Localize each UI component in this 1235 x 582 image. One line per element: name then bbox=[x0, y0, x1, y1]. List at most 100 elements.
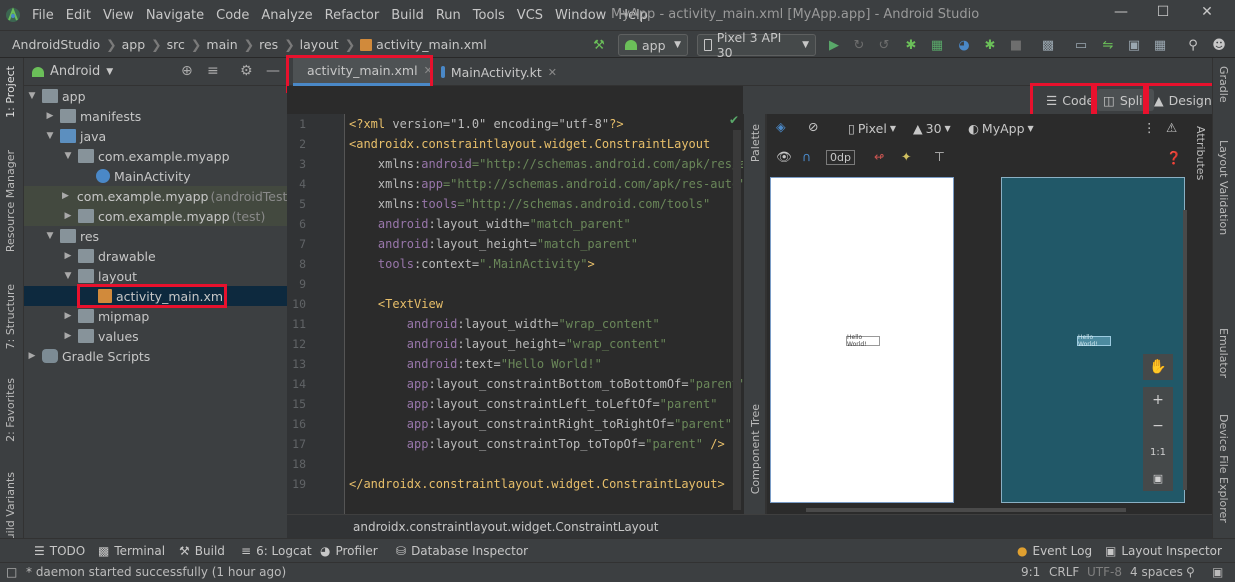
warning-icon[interactable]: ⚠ bbox=[1166, 120, 1177, 135]
apply-code-changes-icon[interactable]: ↺ bbox=[874, 35, 894, 55]
design-preview[interactable]: Hello World! bbox=[770, 177, 954, 503]
chevron-right-icon[interactable]: ▶ bbox=[62, 331, 74, 341]
tool-event-log[interactable]: ● Event Log bbox=[1017, 544, 1092, 558]
tool-tab-build-variants[interactable]: Build Variants bbox=[4, 472, 17, 548]
menu-edit[interactable]: Edit bbox=[60, 8, 97, 23]
pan-hand-icon[interactable]: ✋ bbox=[1143, 354, 1173, 380]
clear-constraints-icon[interactable]: ↫ bbox=[874, 149, 884, 164]
status-message[interactable]: * daemon started successfully (1 hour ag… bbox=[26, 565, 286, 579]
project-view-select[interactable]: Android bbox=[50, 64, 100, 79]
tree-item-package-test[interactable]: ▶ com.example.myapp (test) bbox=[24, 206, 287, 226]
tool-build[interactable]: ⚒ Build bbox=[179, 544, 225, 558]
breadcrumb-item[interactable]: layout bbox=[300, 37, 343, 52]
menu-build[interactable]: Build bbox=[385, 8, 430, 23]
avd-manager-icon[interactable]: ▭ bbox=[1071, 35, 1091, 55]
tool-logcat[interactable]: ≡ 6: Logcat bbox=[241, 544, 312, 558]
chevron-down-icon[interactable]: ▼ bbox=[44, 231, 56, 241]
tool-tab-attributes[interactable]: Attributes bbox=[1194, 126, 1207, 180]
blueprint-textview[interactable]: Hello World! bbox=[1077, 334, 1111, 348]
autoconnect-icon[interactable]: ∩ bbox=[802, 149, 811, 164]
zoom-in-icon[interactable]: + bbox=[1143, 387, 1173, 413]
line-separator[interactable]: CRLF bbox=[1049, 565, 1079, 579]
profile-icon[interactable]: ◕ bbox=[954, 35, 974, 55]
chevron-right-icon[interactable]: ▶ bbox=[62, 191, 69, 201]
menu-analyze[interactable]: Analyze bbox=[255, 8, 318, 23]
infer-constraints-icon[interactable]: ✦ bbox=[901, 149, 911, 164]
breadcrumb-item[interactable]: res bbox=[259, 37, 282, 52]
run-icon[interactable]: ▶ bbox=[824, 35, 844, 55]
chevron-right-icon[interactable]: ▶ bbox=[62, 311, 74, 321]
chevron-right-icon[interactable]: ▶ bbox=[44, 111, 56, 121]
run-coverage-icon[interactable]: ▦ bbox=[927, 35, 947, 55]
tool-todo[interactable]: ☰ TODO bbox=[34, 544, 85, 558]
locate-icon[interactable]: ⊕ bbox=[181, 63, 193, 79]
device-preview-select[interactable]: ▯ Pixel ▼ bbox=[848, 121, 896, 136]
tool-tab-component-tree[interactable]: Component Tree bbox=[749, 404, 762, 494]
device-select[interactable]: Pixel 3 API 30 ▼ bbox=[697, 30, 816, 60]
chevron-down-icon[interactable]: ▼ bbox=[26, 91, 38, 101]
tree-item-package[interactable]: ▼ com.example.myapp bbox=[24, 146, 287, 166]
tree-item-package-androidtest[interactable]: ▶ com.example.myapp (androidTest) bbox=[24, 186, 292, 206]
menu-code[interactable]: Code bbox=[210, 8, 255, 23]
theme-select[interactable]: ◐ MyApp ▼ bbox=[968, 121, 1034, 136]
menu-view[interactable]: View bbox=[97, 8, 140, 23]
orientation-icon[interactable]: ⊘ bbox=[808, 119, 818, 134]
zoom-out-icon[interactable]: − bbox=[1143, 413, 1173, 439]
maximize-icon[interactable]: ☐ bbox=[1152, 4, 1174, 24]
tool-tab-resource-manager[interactable]: Resource Manager bbox=[4, 150, 17, 252]
chevron-down-icon[interactable]: ▼ bbox=[106, 67, 113, 77]
apply-changes-icon[interactable]: ↻ bbox=[849, 35, 869, 55]
default-margin-select[interactable]: 0dp bbox=[826, 150, 855, 165]
menu-window[interactable]: Window bbox=[549, 8, 612, 23]
menu-file[interactable]: File bbox=[26, 8, 60, 23]
chevron-down-icon[interactable]: ▼ bbox=[62, 271, 74, 281]
chevron-right-icon[interactable]: ▶ bbox=[62, 251, 74, 261]
chevron-down-icon[interactable]: ▼ bbox=[44, 131, 56, 141]
breadcrumb-item[interactable]: app bbox=[122, 37, 150, 52]
tool-tab-layout-validation[interactable]: Layout Validation bbox=[1217, 140, 1230, 235]
design-scrollbar[interactable] bbox=[1183, 210, 1187, 490]
attach-debugger-icon[interactable]: ✱ bbox=[980, 35, 1000, 55]
search-icon[interactable]: ⚲ bbox=[1183, 35, 1203, 55]
tool-tab-gradle[interactable]: Gradle bbox=[1217, 66, 1230, 103]
device-manager-icon[interactable]: ▦ bbox=[1150, 35, 1170, 55]
close-tab-icon[interactable]: ✕ bbox=[548, 66, 557, 79]
tool-tab-structure[interactable]: 7: Structure bbox=[4, 284, 17, 349]
tree-item-java[interactable]: ▼ java bbox=[24, 126, 287, 146]
tool-profiler[interactable]: ◕ Profiler bbox=[320, 544, 378, 558]
file-encoding[interactable]: UTF-8 bbox=[1087, 565, 1122, 579]
minimize-icon[interactable]: — bbox=[1110, 4, 1132, 24]
account-icon[interactable]: ☻ bbox=[1209, 35, 1229, 55]
stop-icon[interactable]: ■ bbox=[1006, 35, 1026, 55]
toggle-tool-windows-icon[interactable]: □ bbox=[6, 565, 17, 579]
debug-icon[interactable]: ✱ bbox=[901, 35, 921, 55]
zoom-actual-size-button[interactable]: 1:1 bbox=[1143, 439, 1173, 465]
preview-textview[interactable]: Hello World! bbox=[846, 334, 880, 348]
hide-panel-icon[interactable]: — bbox=[266, 63, 280, 79]
project-structure-icon[interactable]: ▩ bbox=[1038, 35, 1058, 55]
tool-layout-inspector[interactable]: ▣ Layout Inspector bbox=[1105, 544, 1222, 558]
help-icon[interactable]: ❓ bbox=[1166, 150, 1182, 166]
tree-item-res[interactable]: ▼ res bbox=[24, 226, 287, 246]
tree-item-gradle-scripts[interactable]: ▶ Gradle Scripts bbox=[24, 346, 287, 366]
api-level-select[interactable]: ▲ 30 ▼ bbox=[913, 121, 951, 136]
menu-refactor[interactable]: Refactor bbox=[319, 8, 386, 23]
sync-gradle-icon[interactable]: ⇋ bbox=[1098, 35, 1118, 55]
tree-item-mainactivity[interactable]: MainActivity bbox=[24, 166, 287, 186]
tool-tab-favorites[interactable]: 2: Favorites bbox=[4, 378, 17, 442]
run-config-select[interactable]: app ▼ bbox=[618, 34, 688, 56]
menu-vcs[interactable]: VCS bbox=[511, 8, 549, 23]
tab-mainactivity-kt[interactable]: MainActivity.kt ✕ bbox=[433, 58, 565, 86]
view-options-icon[interactable]: 👁 bbox=[776, 149, 792, 165]
lock-icon[interactable]: ⚲ bbox=[1186, 565, 1195, 579]
tree-item-mipmap[interactable]: ▶ mipmap bbox=[24, 306, 287, 326]
tool-database-inspector[interactable]: ⛁ Database Inspector bbox=[396, 544, 528, 558]
more-actions-icon[interactable]: ⋮ bbox=[1143, 120, 1156, 135]
caret-position[interactable]: 9:1 bbox=[1021, 565, 1040, 579]
tree-item-values[interactable]: ▶ values bbox=[24, 326, 287, 346]
editor-scrollbar[interactable] bbox=[733, 130, 741, 510]
breadcrumb-item[interactable]: src bbox=[167, 37, 189, 52]
design-hscrollbar[interactable] bbox=[806, 508, 1126, 512]
guidelines-icon[interactable]: ⊤ bbox=[934, 149, 945, 164]
chevron-right-icon[interactable]: ▶ bbox=[26, 351, 38, 361]
